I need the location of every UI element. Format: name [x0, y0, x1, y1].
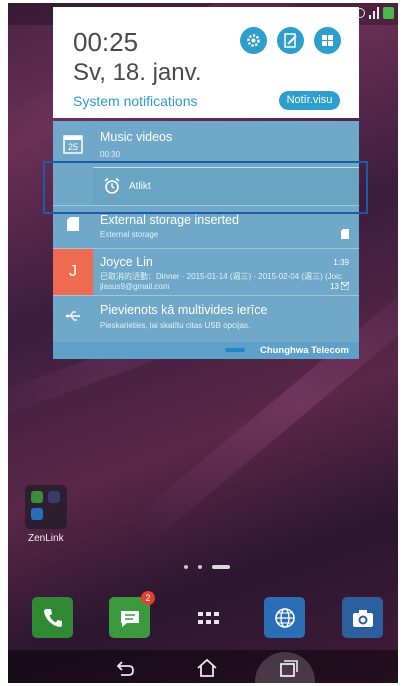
- system-notifications-label[interactable]: System notifications: [73, 93, 198, 109]
- usb-icon: [66, 311, 80, 321]
- navigation-bar: [8, 650, 398, 683]
- notification-subtitle: 00:30: [100, 150, 121, 159]
- phone-screen: 00:25 Sv, 18. janv. System notifications…: [8, 3, 398, 683]
- quick-settings-header: 00:25 Sv, 18. janv. System notifications…: [53, 7, 359, 118]
- gear-icon: [247, 34, 260, 47]
- shade-footer: Chunghwa Telecom: [53, 342, 359, 359]
- recent-apps-icon[interactable]: [276, 657, 300, 679]
- globe-icon: [274, 607, 295, 628]
- zenlink-folder[interactable]: [25, 485, 67, 529]
- phone-app[interactable]: [32, 597, 73, 638]
- date: Sv, 18. janv.: [73, 59, 202, 86]
- edit-button[interactable]: [277, 27, 304, 54]
- apps-grid-icon: [197, 611, 219, 624]
- clear-all-button[interactable]: Notīr.visu: [279, 91, 340, 110]
- notification-subtitle: Pieskarieties, lai skatītu citas USB opc…: [100, 321, 251, 330]
- quick-settings-grid-button[interactable]: [314, 27, 341, 54]
- calendar-day: 25: [68, 142, 78, 152]
- notification-list: 25 Music videos 00:30 Atlikt External st…: [53, 121, 359, 359]
- signal-icon: [369, 7, 379, 19]
- edit-icon: [284, 33, 297, 48]
- notification-title: External storage inserted: [100, 213, 239, 227]
- camera-icon: [352, 609, 373, 627]
- page-dot-active: [212, 565, 230, 569]
- notification-time: 1:39: [333, 258, 349, 267]
- folder-app-icon: [31, 508, 43, 520]
- sd-card-icon: [67, 217, 79, 231]
- notification-joyce-lin[interactable]: J Joyce Lin 已取消的活動：Dinner · 2015-01-14 (…: [53, 249, 359, 295]
- calendar-icon: 25: [63, 135, 83, 154]
- home-icon[interactable]: [195, 657, 219, 679]
- message-icon: [120, 610, 139, 627]
- notification-title: Pievienots kā multivides ierīce: [100, 303, 268, 317]
- phone-icon: [43, 608, 62, 627]
- avatar: J: [53, 249, 93, 295]
- email-icon: [341, 282, 349, 290]
- carrier-name: Chunghwa Telecom: [259, 345, 349, 356]
- notification-count: 13: [330, 282, 339, 291]
- folder-label: ZenLink: [28, 533, 64, 544]
- notification-usb[interactable]: Pievienots kā multivides ierīce Pieskari…: [53, 296, 359, 338]
- notification-title: Joyce Lin: [100, 255, 153, 269]
- battery-icon: [383, 7, 394, 19]
- page-dot: [184, 565, 188, 569]
- unread-badge: 2: [141, 591, 155, 605]
- clock: 00:25: [73, 27, 139, 57]
- notification-subtitle: External storage: [100, 230, 159, 239]
- drag-handle[interactable]: [225, 348, 245, 352]
- sd-card-small-icon: [341, 229, 349, 239]
- notification-subtitle: 已取消的活動：Dinner · 2015-01-14 (週三) · 2015-0…: [100, 272, 342, 281]
- settings-button[interactable]: [240, 27, 267, 54]
- notification-email: jlasus9@gmail.com: [100, 282, 170, 291]
- browser-app[interactable]: [264, 597, 305, 638]
- highlight-box: [43, 161, 368, 214]
- back-icon[interactable]: [113, 657, 137, 679]
- camera-app[interactable]: [342, 597, 383, 638]
- all-apps-button[interactable]: [188, 597, 229, 638]
- notification-title: Music videos: [100, 130, 173, 144]
- folder-app-icon: [48, 491, 60, 503]
- folder-app-icon: [31, 491, 43, 503]
- page-indicator: [184, 565, 230, 569]
- messages-app[interactable]: 2: [109, 591, 155, 638]
- page-dot: [198, 565, 202, 569]
- grid-icon: [322, 35, 333, 46]
